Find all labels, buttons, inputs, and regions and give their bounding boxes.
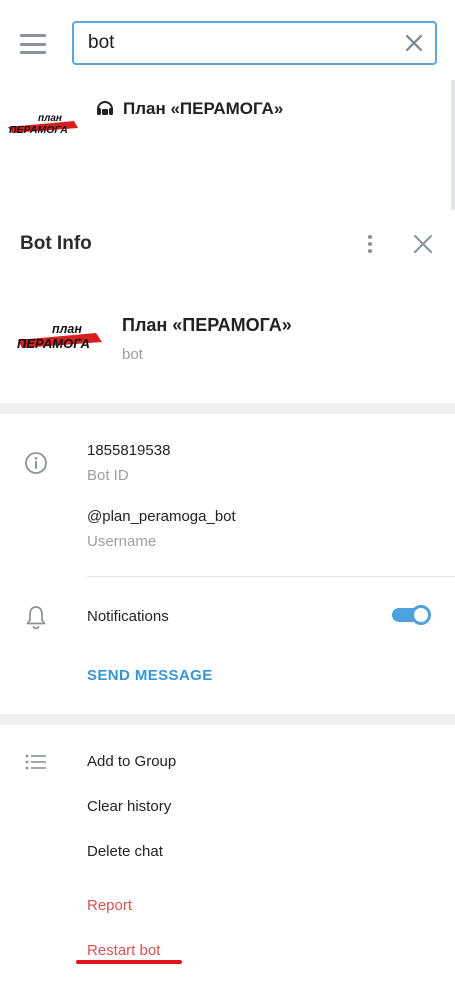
report-button[interactable]: Report	[87, 897, 132, 914]
bot-icon	[97, 101, 113, 115]
svg-text:план: план	[52, 322, 82, 336]
bot-id-value: 1855819538	[87, 442, 171, 459]
svg-text:ПЕРАМОГА: ПЕРАМОГА	[17, 336, 90, 351]
list-icon	[25, 754, 46, 770]
send-message-button[interactable]: SEND MESSAGE	[87, 667, 213, 684]
scrollbar-edge	[451, 80, 455, 210]
separator	[87, 576, 455, 577]
more-vertical-icon[interactable]	[363, 233, 377, 255]
svg-text:ПЕРАМОГА: ПЕРАМОГА	[9, 124, 68, 136]
close-icon[interactable]	[412, 233, 434, 255]
section-divider	[0, 403, 455, 414]
add-to-group-button[interactable]: Add to Group	[87, 753, 176, 770]
info-icon	[25, 452, 47, 474]
search-box[interactable]	[72, 21, 437, 65]
clear-history-button[interactable]: Clear history	[87, 798, 171, 815]
svg-text:план: план	[38, 113, 62, 124]
avatar: план ПЕРАМОГА	[17, 322, 102, 351]
plan-peramoga-logo: план ПЕРАМОГА	[8, 113, 78, 136]
search-input[interactable]	[88, 23, 388, 63]
highlight-underline	[76, 960, 182, 964]
profile-type: bot	[122, 346, 143, 363]
username-value: @plan_peramoga_bot	[87, 508, 236, 525]
search-result-title[interactable]: План «ПЕРАМОГА»	[95, 97, 283, 121]
panel-title: Bot Info	[20, 233, 92, 254]
hamburger-menu-icon[interactable]	[20, 34, 46, 54]
delete-chat-button[interactable]: Delete chat	[87, 843, 163, 860]
notifications-toggle[interactable]	[392, 605, 431, 625]
bot-id-label: Bot ID	[87, 467, 129, 484]
notifications-label: Notifications	[87, 608, 169, 625]
close-icon[interactable]	[403, 32, 425, 54]
profile-name: План «ПЕРАМОГА»	[122, 315, 292, 335]
bell-icon	[26, 606, 46, 630]
username-label: Username	[87, 533, 157, 550]
search-result-name: План «ПЕРАМОГА»	[123, 99, 284, 118]
section-divider	[0, 714, 455, 725]
restart-bot-button[interactable]: Restart bot	[87, 942, 160, 959]
